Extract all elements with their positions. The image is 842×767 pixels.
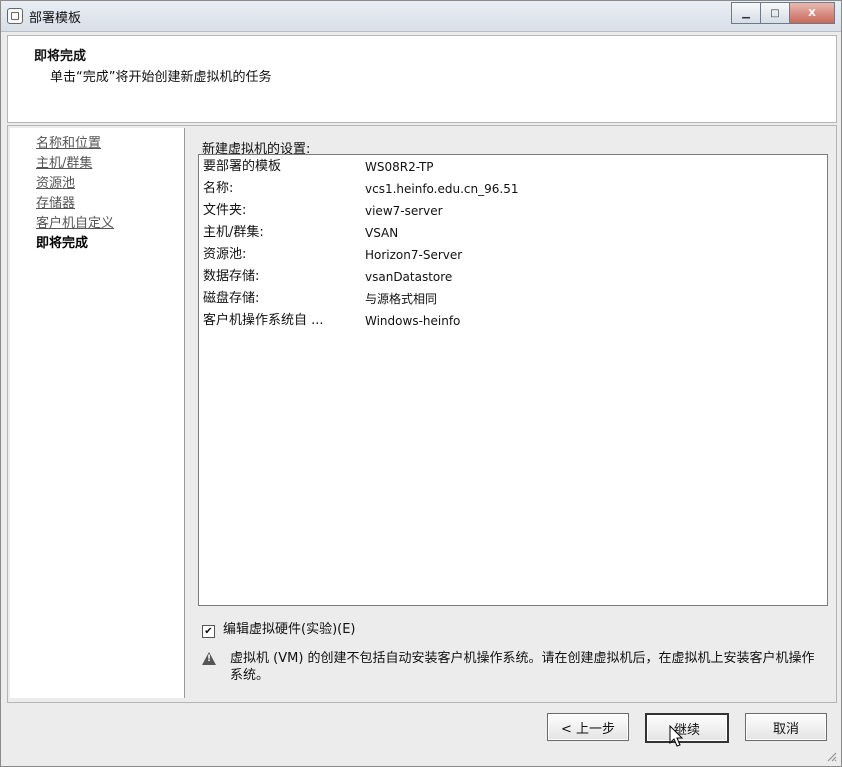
- template-icon: [7, 8, 23, 24]
- settings-list[interactable]: 要部署的模板 WS08R2-TP 名称: vcs1.heinfo.edu.cn_…: [198, 154, 828, 606]
- setting-value: VSAN: [365, 226, 399, 240]
- title-bar[interactable]: 部署模板 ▁ □ X: [1, 1, 841, 32]
- maximize-icon: □: [770, 7, 780, 19]
- edit-hardware-option[interactable]: ✔ 编辑虚拟硬件(实验)(E): [202, 620, 356, 640]
- maximize-button[interactable]: □: [760, 2, 790, 24]
- resize-grip-icon[interactable]: [825, 750, 837, 762]
- setting-key: 主机/群集:: [203, 225, 264, 240]
- setting-value: Windows-heinfo: [365, 314, 461, 328]
- warning-icon: [202, 652, 216, 665]
- setting-key: 要部署的模板: [203, 159, 282, 174]
- setting-key: 名称:: [203, 181, 234, 196]
- nav-item-name-location[interactable]: 名称和位置: [10, 134, 184, 154]
- edit-hardware-label: 编辑虚拟硬件(实验)(E): [223, 622, 356, 637]
- minimize-button[interactable]: ▁: [731, 2, 761, 24]
- mouse-cursor-icon: [669, 725, 684, 747]
- close-icon: X: [808, 7, 816, 19]
- nav-item-host-cluster[interactable]: 主机/群集: [10, 154, 184, 174]
- setting-value: Horizon7-Server: [365, 248, 463, 262]
- close-button[interactable]: X: [789, 2, 835, 24]
- nav-item-resource-pool[interactable]: 资源池: [10, 174, 184, 194]
- setting-key: 客户机操作系统自 ...: [203, 313, 324, 328]
- setting-key: 资源池:: [203, 247, 247, 262]
- setting-value: vsanDatastore: [365, 270, 453, 284]
- nav-item-ready-to-complete: 即将完成: [36, 236, 89, 251]
- nav-item-guest-customization[interactable]: 客户机自定义: [10, 214, 184, 234]
- minimize-icon: ▁: [742, 7, 750, 19]
- page-title: 即将完成: [34, 49, 87, 64]
- cancel-button[interactable]: 取消: [745, 713, 827, 741]
- nav-item-storage[interactable]: 存储器: [10, 194, 184, 214]
- setting-value: view7-server: [365, 204, 443, 218]
- continue-button[interactable]: 继续: [645, 713, 729, 743]
- setting-value: 与源格式相同: [365, 292, 438, 306]
- wizard-header: 即将完成 单击“完成”将开始创建新虚拟机的任务: [7, 35, 837, 123]
- setting-key: 数据存储:: [203, 269, 260, 284]
- back-button[interactable]: < 上一步: [547, 713, 629, 741]
- setting-value: vcs1.heinfo.edu.cn_96.51: [365, 182, 519, 196]
- deploy-template-window: 部署模板 ▁ □ X 即将完成 单击“完成”将开始创建新虚拟机的任务 名称和位置…: [0, 0, 842, 767]
- wizard-body: 名称和位置 主机/群集 资源池 存储器 客户机自定义 即将完成 新建虚拟机的设置…: [7, 125, 837, 703]
- edit-hardware-checkbox[interactable]: ✔: [202, 625, 215, 638]
- page-subtitle: 单击“完成”将开始创建新虚拟机的任务: [50, 70, 272, 85]
- wizard-steps-nav: 名称和位置 主机/群集 资源池 存储器 客户机自定义 即将完成: [10, 128, 185, 698]
- setting-key: 磁盘存储:: [203, 291, 260, 306]
- warning-text: 虚拟机 (VM) 的创建不包括自动安装客户机操作系统。请在创建虚拟机后，在虚拟机…: [230, 651, 815, 683]
- setting-key: 文件夹:: [203, 203, 247, 218]
- setting-value: WS08R2-TP: [365, 160, 434, 174]
- window-title: 部署模板: [29, 11, 82, 26]
